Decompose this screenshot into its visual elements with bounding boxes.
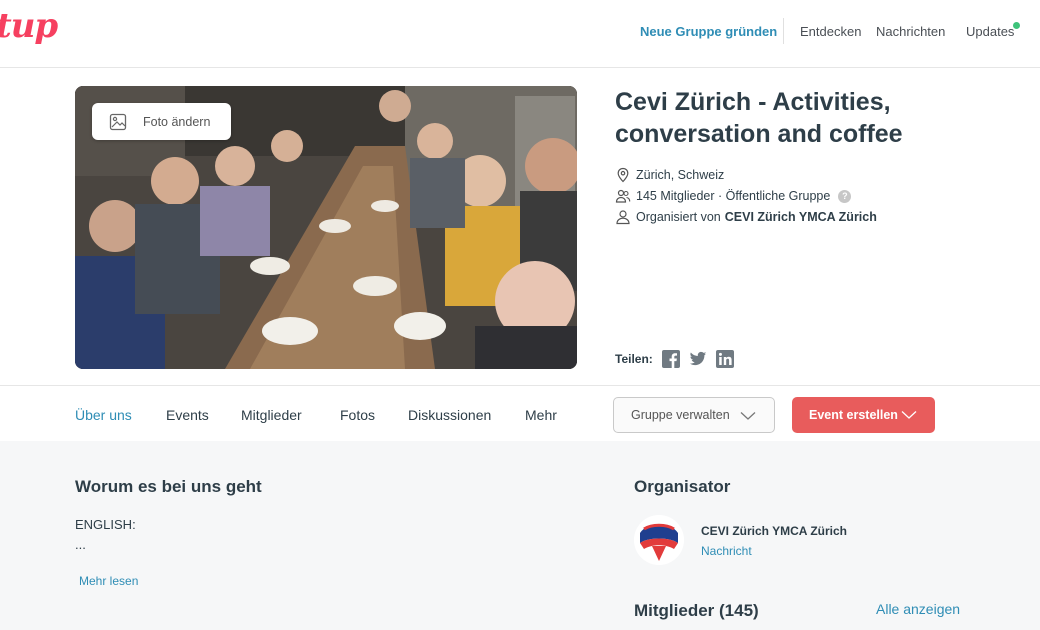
tab-events[interactable]: Events <box>166 407 209 423</box>
help-icon[interactable]: ? <box>838 189 852 203</box>
nav-updates-link[interactable]: Updates <box>966 24 1014 39</box>
nav-messages-link[interactable]: Nachrichten <box>876 24 945 39</box>
nav-explore-link[interactable]: Entdecken <box>800 24 861 39</box>
read-more-link[interactable]: Mehr lesen <box>79 574 138 588</box>
group-location: Zürich, Schweiz <box>615 167 724 183</box>
see-all-members-link[interactable]: Alle anzeigen <box>876 601 960 617</box>
location-pin-icon <box>615 167 631 183</box>
manage-group-label: Gruppe verwalten <box>631 408 730 422</box>
top-navigation: tup Neue Gruppe gründen Entdecken Nachri… <box>0 0 1040 68</box>
meetup-logo[interactable]: tup <box>0 6 58 46</box>
share-label: Teilen: <box>615 352 653 366</box>
group-details-section: Worum es bei uns geht ENGLISH: ... Mehr … <box>0 441 1040 630</box>
tab-photos[interactable]: Fotos <box>340 407 375 423</box>
updates-indicator-dot <box>1013 22 1020 29</box>
location-text: Zürich, Schweiz <box>636 168 725 182</box>
members-info-text: 145 Mitglieder · Öffentliche Gruppe <box>636 189 831 203</box>
organizer-avatar[interactable] <box>634 515 684 565</box>
about-text-line-1: ENGLISH: <box>75 517 136 532</box>
about-text-line-2: ... <box>75 537 86 552</box>
nav-divider <box>783 18 784 44</box>
manage-group-button[interactable]: Gruppe verwalten <box>613 397 775 433</box>
about-heading: Worum es bei uns geht <box>75 477 262 496</box>
tab-about[interactable]: Über uns <box>75 407 132 423</box>
tab-more[interactable]: Mehr <box>525 407 557 423</box>
share-row: Teilen: <box>615 350 743 368</box>
new-group-link[interactable]: Neue Gruppe gründen <box>640 24 777 39</box>
members-heading: Mitglieder (145) <box>634 601 759 620</box>
tab-discussions[interactable]: Diskussionen <box>408 407 491 423</box>
create-event-label: Event erstellen <box>809 408 898 422</box>
change-photo-button[interactable]: Foto ändern <box>92 103 231 140</box>
members-icon <box>615 188 631 204</box>
organizer-heading: Organisator <box>634 477 731 496</box>
chevron-down-icon <box>901 409 917 423</box>
image-icon <box>109 113 127 131</box>
group-organizer-info: Organisiert von CEVI Zürich YMCA Zürich <box>615 209 877 225</box>
linkedin-icon[interactable] <box>715 350 734 368</box>
create-event-button[interactable]: Event erstellen <box>792 397 935 433</box>
organized-by-prefix: Organisiert von <box>636 210 721 224</box>
change-photo-label: Foto ändern <box>143 114 211 129</box>
group-title: Cevi Zürich - Activities, conversation a… <box>615 88 903 148</box>
organizer-name[interactable]: CEVI Zürich YMCA Zürich <box>701 524 847 538</box>
chevron-down-icon <box>740 410 756 424</box>
organizer-name-link[interactable]: CEVI Zürich YMCA Zürich <box>725 210 877 224</box>
group-tab-bar: Über uns Events Mitglieder Fotos Diskuss… <box>0 385 1040 441</box>
organizer-message-link[interactable]: Nachricht <box>701 544 752 558</box>
twitter-icon[interactable] <box>689 350 707 368</box>
facebook-icon[interactable] <box>661 350 680 368</box>
person-icon <box>615 209 631 225</box>
tab-members[interactable]: Mitglieder <box>241 407 302 423</box>
group-members-info: 145 Mitglieder · Öffentliche Gruppe ? <box>615 188 852 204</box>
